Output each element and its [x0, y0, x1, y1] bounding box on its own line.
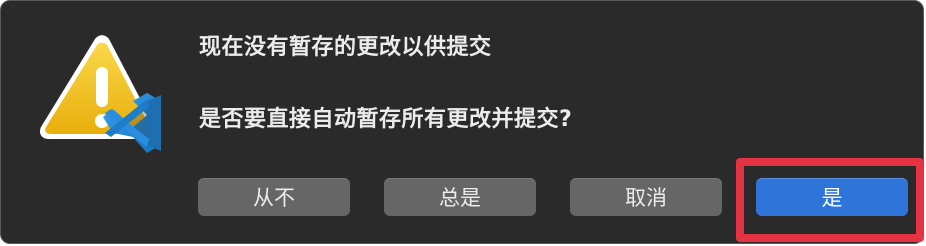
dialog-title: 现在没有暂存的更改以供提交 [199, 35, 492, 60]
dialog-message: 是否要直接自动暂存所有更改并提交? [199, 107, 573, 132]
yes-button[interactable]: 是 [756, 178, 908, 216]
cancel-button[interactable]: 取消 [570, 178, 722, 216]
never-button[interactable]: 从不 [198, 178, 350, 216]
alert-dialog: 现在没有暂存的更改以供提交 是否要直接自动暂存所有更改并提交? 从不 总是 取消… [0, 0, 924, 244]
always-button[interactable]: 总是 [384, 178, 536, 216]
vscode-warning-icon [39, 35, 161, 153]
